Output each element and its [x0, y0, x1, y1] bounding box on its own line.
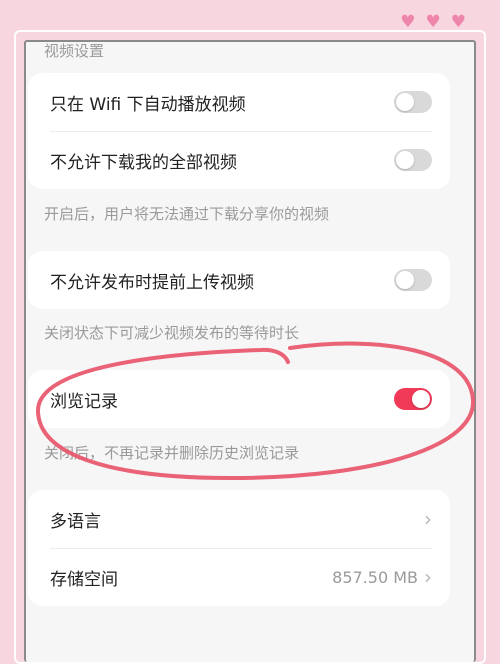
settings-group-misc: 多语言 › 存储空间 857.50 MB ›: [28, 490, 450, 606]
disallow-download-toggle[interactable]: [394, 149, 432, 171]
toggle-knob: [396, 271, 414, 289]
chevron-right-icon: ›: [424, 507, 432, 531]
chevron-right-icon: ›: [424, 565, 432, 589]
browse-history-toggle[interactable]: [394, 388, 432, 410]
heart-icon: ♥: [450, 12, 466, 32]
setting-label: 浏览记录: [50, 391, 118, 412]
setting-label: 存储空间: [50, 569, 118, 590]
settings-group-history: 浏览记录: [28, 370, 450, 428]
setting-label: 不允许发布时提前上传视频: [50, 272, 254, 293]
video-hint: 开启后，用户将无法通过下载分享你的视频: [44, 205, 330, 223]
decorative-hearts: ♥ ♥ ♥: [400, 14, 466, 31]
wifi-autoplay-toggle[interactable]: [394, 91, 432, 113]
settings-group-video: 只在 Wifi 下自动播放视频 不允许下载我的全部视频: [28, 73, 450, 189]
setting-label: 不允许下载我的全部视频: [50, 152, 237, 173]
pre-upload-toggle[interactable]: [394, 269, 432, 291]
setting-row-disallow-download[interactable]: 不允许下载我的全部视频: [28, 131, 450, 189]
setting-row-language[interactable]: 多语言 ›: [28, 490, 450, 548]
setting-row-wifi-autoplay[interactable]: 只在 Wifi 下自动播放视频: [28, 73, 450, 131]
section-title-video: 视频设置: [44, 42, 105, 60]
settings-group-upload: 不允许发布时提前上传视频: [28, 251, 450, 309]
setting-row-storage[interactable]: 存储空间 857.50 MB ›: [28, 548, 450, 606]
toggle-knob: [396, 93, 414, 111]
history-hint: 关闭后，不再记录并删除历史浏览记录: [44, 444, 300, 462]
toggle-knob: [412, 390, 430, 408]
heart-icon: ♥: [425, 12, 441, 32]
heart-icon: ♥: [400, 12, 416, 32]
storage-size-value: 857.50 MB: [332, 567, 418, 587]
setting-label: 多语言: [50, 511, 101, 532]
toggle-knob: [396, 151, 414, 169]
setting-label: 只在 Wifi 下自动播放视频: [50, 94, 246, 115]
upload-hint: 关闭状态下可减少视频发布的等待时长: [44, 324, 300, 342]
setting-row-pre-upload[interactable]: 不允许发布时提前上传视频: [28, 251, 450, 309]
setting-row-browse-history[interactable]: 浏览记录: [28, 370, 450, 428]
